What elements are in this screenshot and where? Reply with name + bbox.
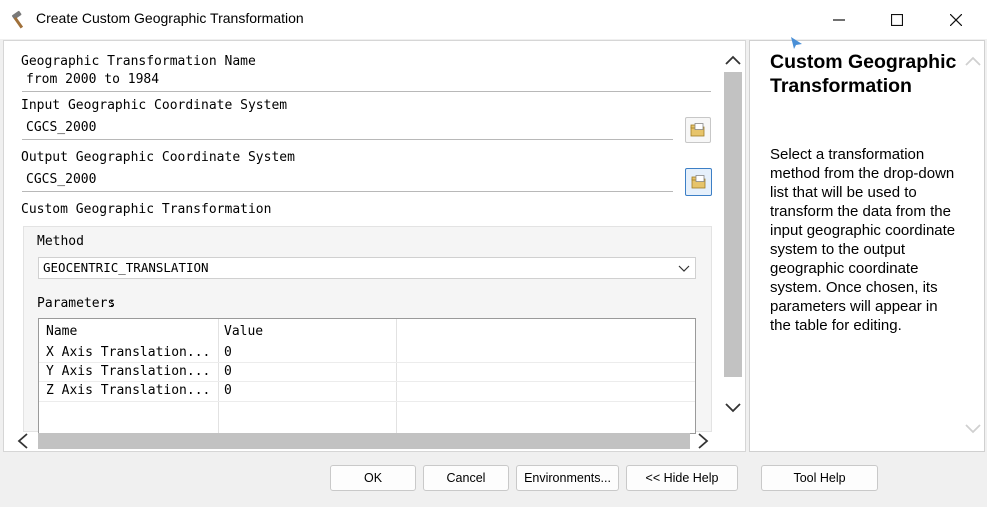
- output-gcs-label: Output Geographic Coordinate System: [21, 150, 295, 165]
- help-scroll-down-icon[interactable]: [965, 423, 981, 435]
- param-value[interactable]: 0: [224, 345, 232, 360]
- cancel-button[interactable]: Cancel: [423, 465, 509, 491]
- minimize-icon: [833, 18, 845, 21]
- output-gcs-field[interactable]: CGCS_2000: [22, 170, 673, 192]
- chevron-down-icon: [678, 265, 690, 272]
- table-header-name[interactable]: Name: [46, 324, 77, 339]
- param-name: X Axis Translation...: [46, 345, 211, 360]
- scroll-down-icon[interactable]: [725, 402, 741, 414]
- param-name: Z Axis Translation...: [46, 383, 211, 398]
- param-value[interactable]: 0: [224, 364, 232, 379]
- window-title: Create Custom Geographic Transformation: [36, 10, 304, 26]
- param-name: Y Axis Translation...: [46, 364, 211, 379]
- help-body: Select a transformation method from the …: [770, 146, 956, 334]
- help-scroll-up-icon[interactable]: [965, 55, 981, 67]
- parameters-label: Parameters: [37, 296, 116, 311]
- name-label: Geographic Transformation Name: [21, 54, 256, 69]
- help-title: Custom Geographic Transformation: [770, 51, 957, 97]
- hscrollbar-thumb[interactable]: [38, 433, 690, 449]
- scroll-right-icon[interactable]: [696, 433, 710, 449]
- cursor-pointer-icon: [791, 37, 802, 49]
- environments-button[interactable]: Environments...: [516, 465, 619, 491]
- tool-help-button[interactable]: Tool Help: [761, 465, 878, 491]
- close-button[interactable]: [927, 0, 985, 39]
- method-dropdown-value: GEOCENTRIC_TRANSLATION: [43, 260, 209, 275]
- method-label: Method: [37, 234, 84, 249]
- input-gcs-field[interactable]: CGCS_2000: [22, 118, 673, 140]
- table-row[interactable]: Z Axis Translation... 0: [39, 382, 695, 402]
- output-gcs-browse-button[interactable]: [685, 168, 712, 196]
- scroll-up-icon[interactable]: [725, 54, 741, 66]
- name-field[interactable]: from 2000 to 1984: [22, 70, 711, 92]
- open-folder-icon: [691, 175, 705, 189]
- close-icon: [950, 13, 962, 26]
- parameters-table[interactable]: Name Value X Axis Translation... 0 Y Axi…: [38, 318, 696, 434]
- table-row[interactable]: Y Axis Translation... 0: [39, 363, 695, 382]
- method-dropdown[interactable]: GEOCENTRIC_TRANSLATION: [38, 257, 696, 279]
- param-value[interactable]: 0: [224, 383, 232, 398]
- scrollbar-thumb[interactable]: [724, 72, 742, 377]
- horizontal-scrollbar[interactable]: [14, 432, 714, 450]
- minimize-button[interactable]: [810, 0, 868, 39]
- scroll-left-icon[interactable]: [16, 433, 30, 449]
- title-bar: Create Custom Geographic Transformation: [0, 0, 987, 39]
- input-gcs-browse-button[interactable]: [685, 117, 711, 143]
- parameters-label-colon: :: [108, 296, 116, 311]
- hide-help-button[interactable]: << Hide Help: [626, 465, 738, 491]
- maximize-button[interactable]: [868, 0, 926, 39]
- custom-transformation-label: Custom Geographic Transformation: [21, 202, 272, 217]
- maximize-icon: [891, 13, 903, 26]
- input-gcs-label: Input Geographic Coordinate System: [21, 98, 288, 113]
- table-row[interactable]: X Axis Translation... 0: [39, 344, 695, 363]
- open-folder-icon: [690, 123, 705, 137]
- ok-button[interactable]: OK: [330, 465, 416, 491]
- hammer-icon: [10, 9, 30, 29]
- vertical-scrollbar[interactable]: [722, 50, 744, 420]
- table-header-value[interactable]: Value: [224, 324, 263, 339]
